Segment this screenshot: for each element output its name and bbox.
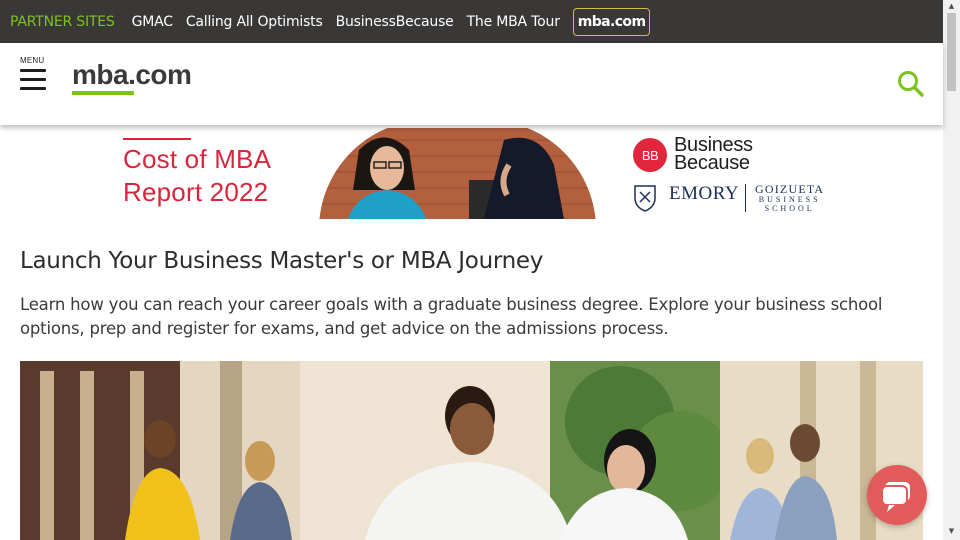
search-icon bbox=[898, 71, 924, 97]
intro-paragraph: Learn how you can reach your career goal… bbox=[20, 295, 883, 338]
menu-button[interactable]: MENU bbox=[19, 56, 47, 98]
businessbecause-name: Business Because bbox=[674, 134, 753, 174]
scroll-down-arrow-icon[interactable]: ▼ bbox=[947, 527, 956, 536]
chat-button[interactable] bbox=[867, 465, 927, 525]
goizueta-line1: GOIZUETA bbox=[755, 182, 825, 196]
scroll-up-arrow-icon[interactable]: ▲ bbox=[947, 2, 956, 11]
chat-bubble-icon bbox=[881, 482, 910, 512]
emory-shield-icon bbox=[634, 185, 656, 212]
emory-wordmark: EMORY bbox=[669, 183, 740, 204]
hero-image bbox=[20, 361, 923, 540]
ad-banner[interactable]: Cost of MBA Report 2022 BB Business Beca… bbox=[109, 128, 836, 219]
scrollbar-thumb[interactable] bbox=[947, 13, 956, 91]
search-button[interactable] bbox=[896, 69, 926, 99]
partner-link-mba-com[interactable]: mba.com bbox=[572, 7, 651, 36]
partner-link-businessbecause[interactable]: BusinessBecause bbox=[336, 14, 454, 30]
menu-label: MENU bbox=[20, 56, 45, 65]
partner-sites-label: PARTNER SITES bbox=[10, 13, 115, 30]
goizueta-line2: BUSINESS bbox=[758, 195, 821, 204]
emory-divider bbox=[745, 184, 746, 212]
page-title: Launch Your Business Master's or MBA Jou… bbox=[20, 248, 544, 274]
partner-link-gmac[interactable]: GMAC bbox=[132, 14, 173, 30]
ad-title: Cost of MBA Report 2022 bbox=[123, 144, 272, 207]
partner-link-calling-all-optimists[interactable]: Calling All Optimists bbox=[186, 14, 323, 30]
ad-accent-line bbox=[123, 138, 191, 140]
goizueta-line3: SCHOOL bbox=[764, 204, 815, 213]
logo-underline bbox=[72, 91, 134, 95]
goizueta-wordmark: GOIZUETA BUSINESS SCHOOL bbox=[755, 183, 824, 213]
partner-link-mba-tour[interactable]: The MBA Tour bbox=[467, 14, 560, 30]
logo-text: mba.com bbox=[72, 59, 192, 90]
mba-logo[interactable]: mba.com bbox=[72, 59, 192, 101]
businessbecause-logo-icon: BB bbox=[633, 138, 667, 172]
ad-photo bbox=[319, 128, 596, 219]
site-header: MENU mba.com bbox=[0, 43, 943, 125]
partner-sites-bar: PARTNER SITES GMAC Calling All Optimists… bbox=[0, 0, 943, 43]
